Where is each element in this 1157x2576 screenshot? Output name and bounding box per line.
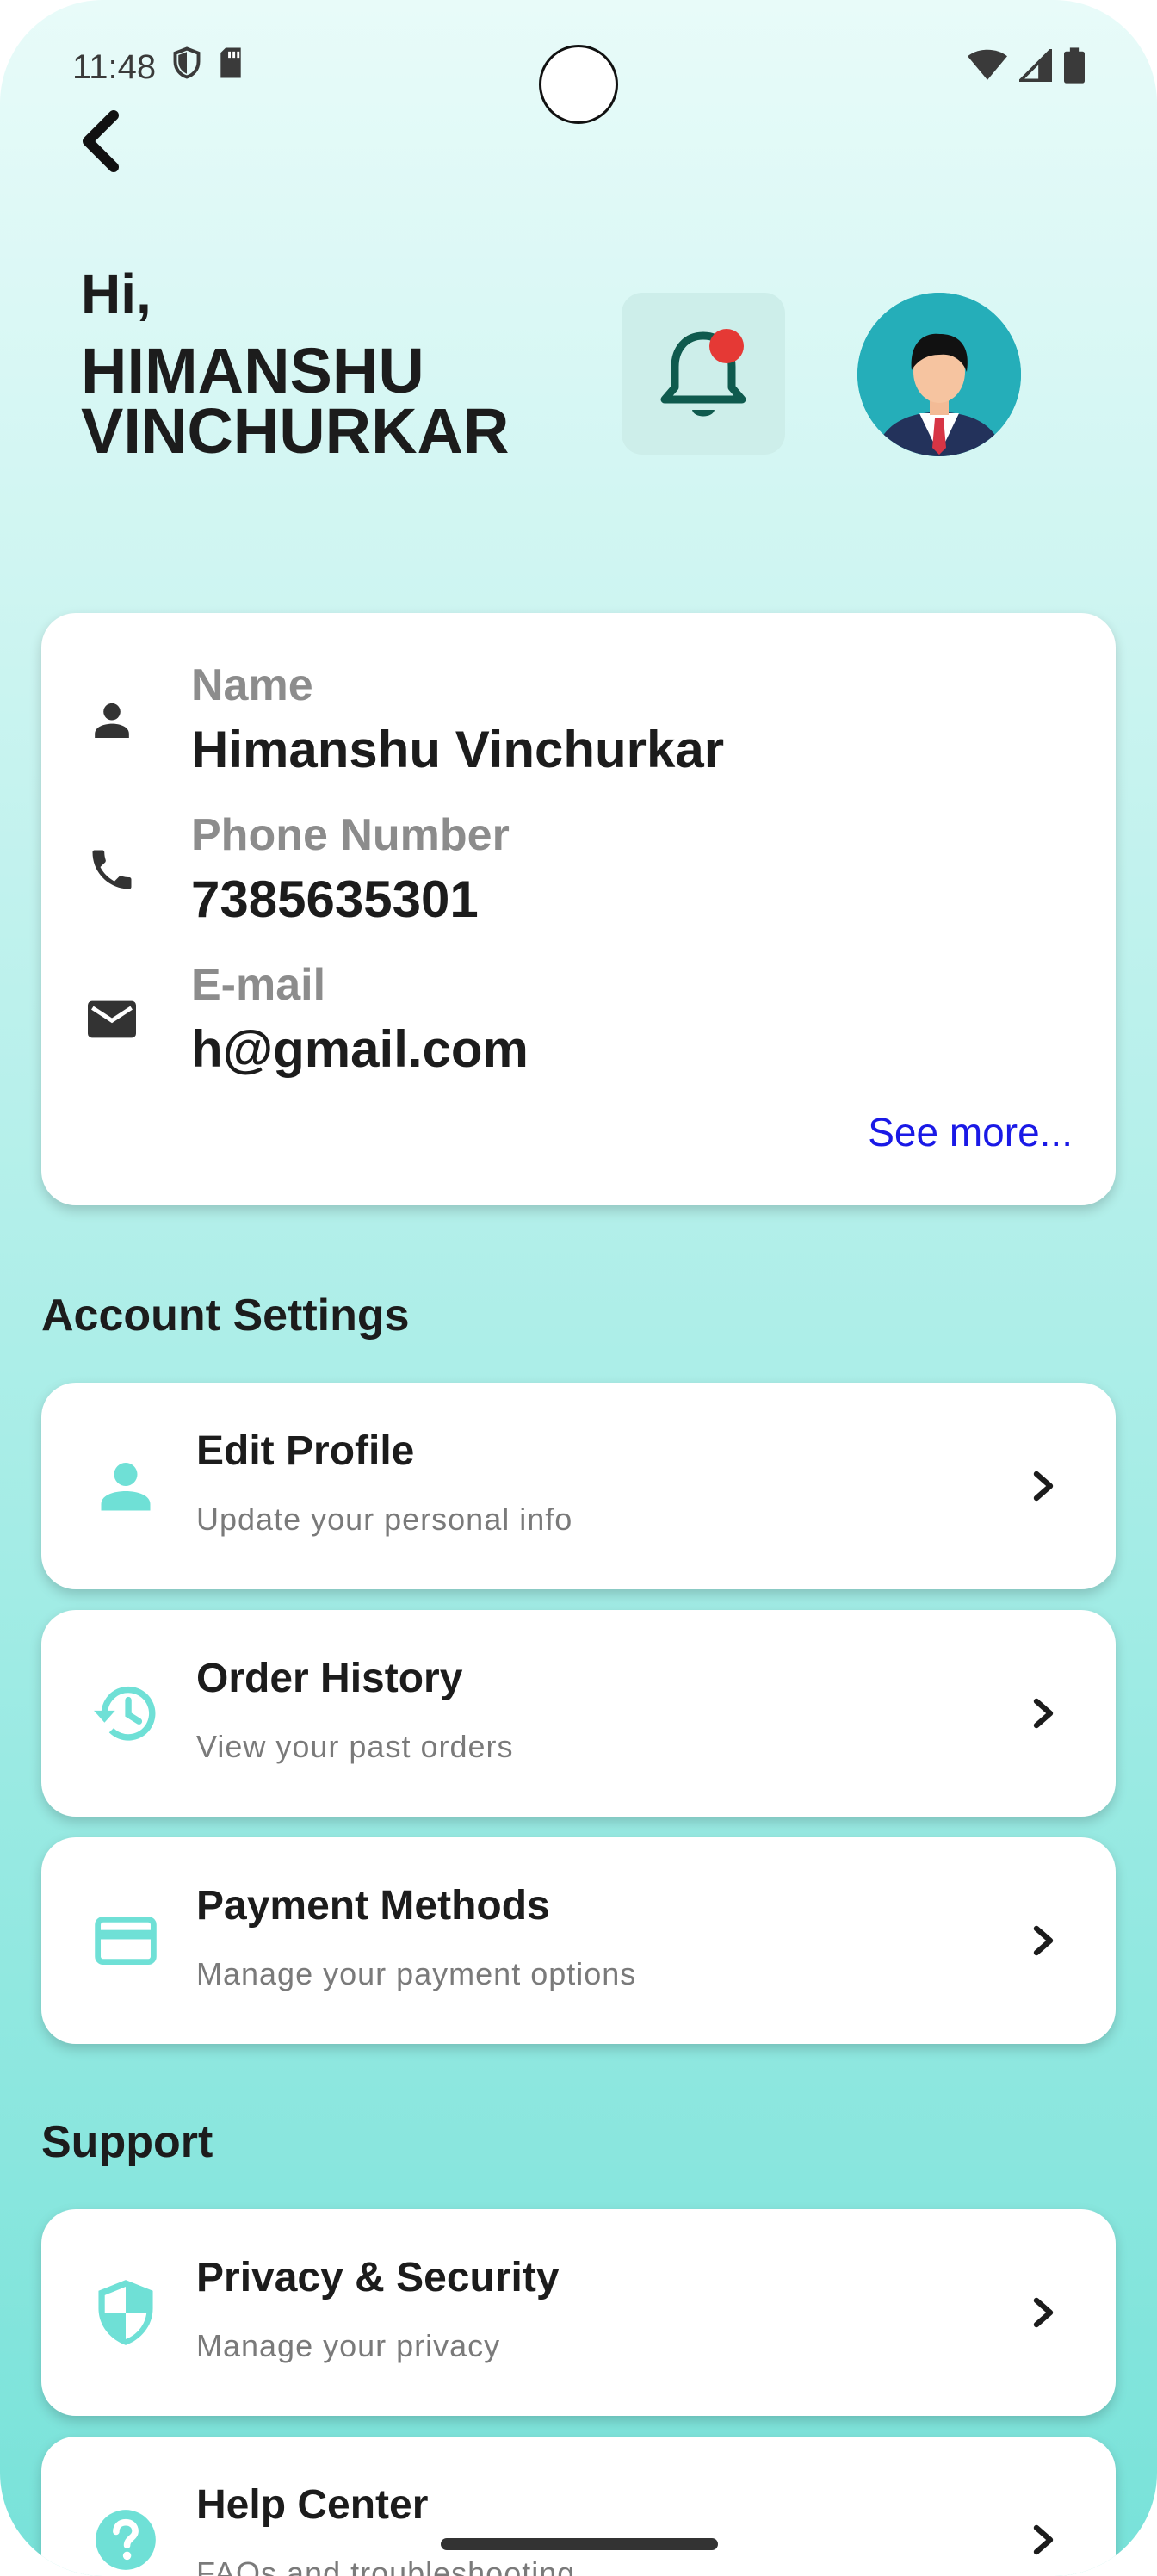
name-row: Name Himanshu Vinchurkar	[83, 659, 724, 779]
notification-dot	[709, 329, 744, 363]
order-history-title: Order History	[196, 1656, 463, 1701]
profile-info-card: Name Himanshu Vinchurkar Phone Number 73…	[41, 613, 1116, 1205]
edit-profile-title: Edit Profile	[196, 1428, 415, 1474]
phone-icon	[83, 840, 141, 899]
email-icon	[83, 990, 141, 1049]
shield-icon	[86, 2273, 165, 2352]
arrow-back-icon	[83, 110, 119, 172]
see-more-link[interactable]: See more...	[868, 1109, 1073, 1155]
name-label: Name	[191, 660, 313, 710]
user-name-heading: HIMANSHU VINCHURKAR	[81, 335, 510, 467]
status-time: 11:48	[72, 47, 157, 86]
payment-methods-item[interactable]: Payment Methods Manage your payment opti…	[41, 1837, 1116, 2044]
help-icon	[86, 2500, 165, 2576]
chevron-right-icon	[1019, 2288, 1067, 2337]
edit-profile-subtitle: Update your personal info	[196, 1502, 573, 1537]
name-value: Himanshu Vinchurkar	[191, 721, 725, 778]
privacy-security-title: Privacy & Security	[196, 2255, 560, 2300]
edit-profile-item[interactable]: Edit Profile Update your personal info	[41, 1383, 1116, 1589]
chevron-right-icon	[1019, 1689, 1067, 1737]
camera-cutout	[539, 45, 618, 124]
greeting-block: Hi, HIMANSHU VINCHURKAR	[81, 262, 563, 467]
wifi-icon	[968, 49, 1007, 86]
avatar[interactable]	[857, 293, 1021, 456]
person-icon	[83, 690, 141, 749]
phone-row: Phone Number 7385635301	[83, 809, 510, 929]
sd-card-icon	[218, 46, 244, 88]
person-icon	[86, 1446, 165, 1526]
support-heading: Support	[41, 2117, 213, 2167]
phone-value: 7385635301	[191, 870, 479, 928]
greeting-text: Hi,	[81, 263, 152, 325]
privacy-security-item[interactable]: Privacy & Security Manage your privacy	[41, 2209, 1116, 2416]
email-row: E-mail h@gmail.com	[83, 959, 529, 1079]
history-icon	[86, 1674, 165, 1753]
payment-methods-subtitle: Manage your payment options	[196, 1956, 637, 1991]
help-center-title: Help Center	[196, 2482, 429, 2528]
chevron-right-icon	[1019, 2516, 1067, 2564]
notification-button[interactable]	[622, 293, 785, 455]
battery-icon	[1064, 46, 1085, 88]
home-indicator[interactable]	[441, 2538, 718, 2550]
credit-card-icon	[86, 1901, 165, 1980]
phone-label: Phone Number	[191, 810, 510, 860]
bell-icon	[660, 329, 746, 417]
payment-methods-title: Payment Methods	[196, 1883, 550, 1929]
help-center-subtitle: FAQs and troubleshooting	[196, 2555, 576, 2576]
cell-signal-icon	[1016, 46, 1053, 86]
account-settings-heading: Account Settings	[41, 1291, 410, 1341]
order-history-item[interactable]: Order History View your past orders	[41, 1610, 1116, 1817]
chevron-right-icon	[1019, 1462, 1067, 1510]
privacy-security-subtitle: Manage your privacy	[196, 2328, 501, 2363]
app-screen: 11:48 Hi, HIMANSHU VINCHURKAR Name Himan…	[0, 0, 1157, 2576]
help-center-item[interactable]: Help Center FAQs and troubleshooting	[41, 2437, 1116, 2576]
shield-status-icon	[171, 46, 202, 89]
order-history-subtitle: View your past orders	[196, 1729, 514, 1764]
email-value: h@gmail.com	[191, 1020, 529, 1078]
email-label: E-mail	[191, 960, 326, 1010]
back-button[interactable]	[69, 102, 131, 181]
chevron-right-icon	[1019, 1917, 1067, 1965]
